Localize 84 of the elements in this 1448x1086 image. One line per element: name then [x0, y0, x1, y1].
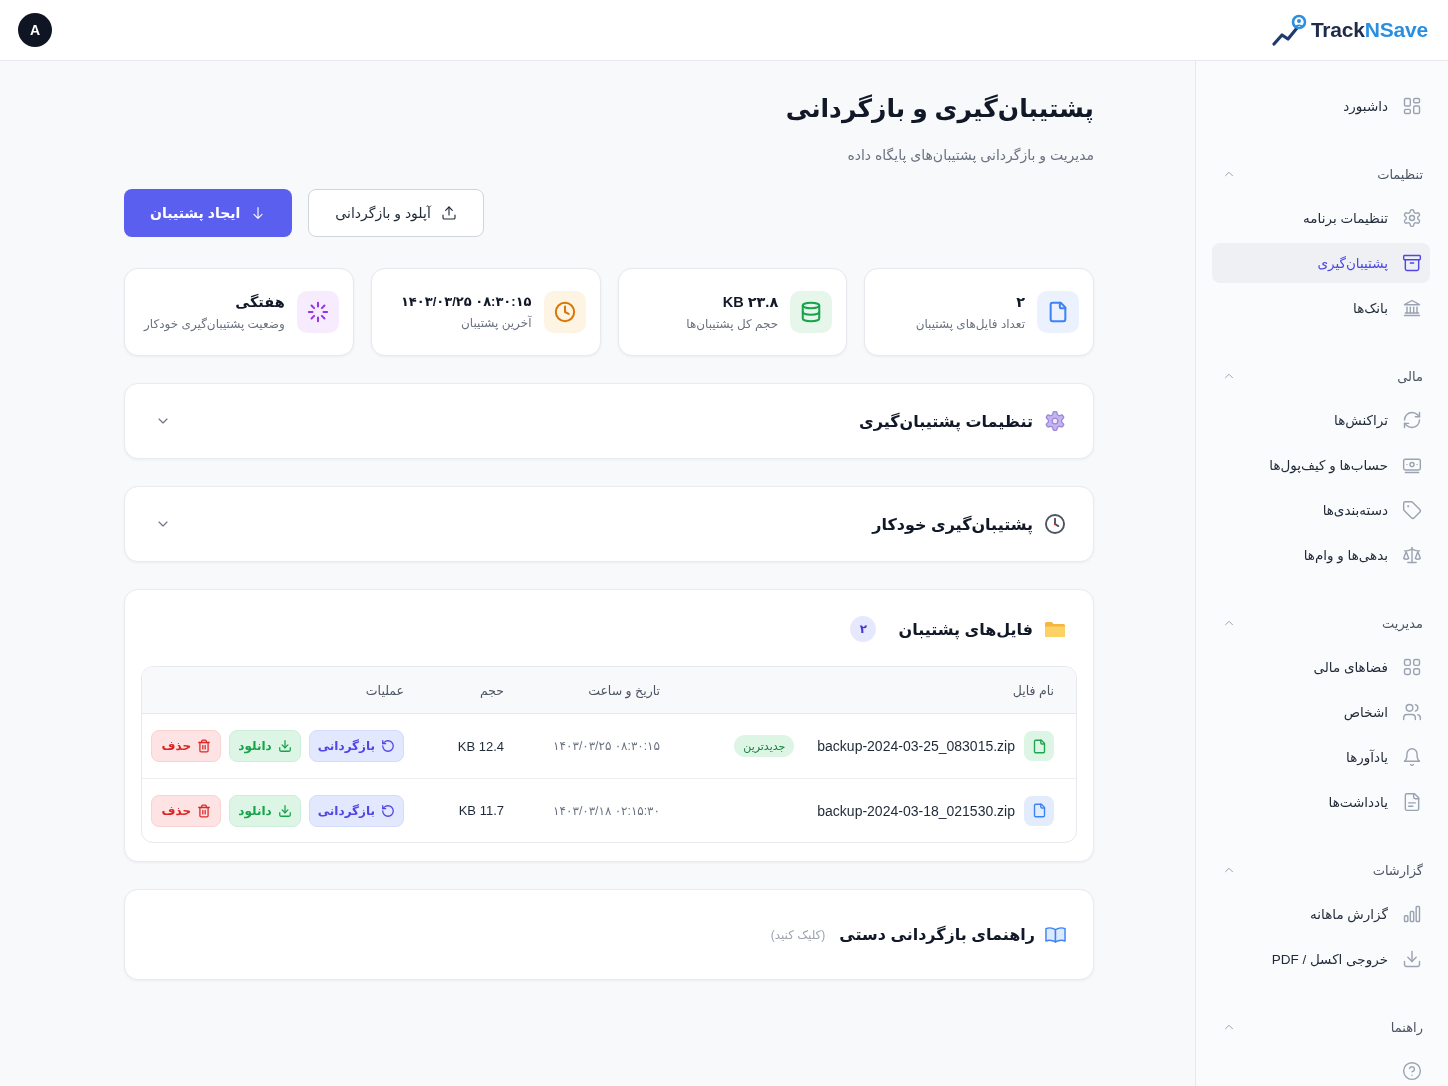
table-cell: ۱۴۰۳/۰۳/۲۵ ۰۸:۳۰:۱۵	[553, 739, 660, 753]
layout-icon	[1402, 96, 1422, 116]
sidebar-item[interactable]: پشتیبان‌گیری	[1212, 243, 1430, 283]
table-cell: 11.7 KB	[458, 803, 504, 818]
restore-button[interactable]: بازگردانی	[308, 730, 404, 762]
upload-restore-button[interactable]: آپلود و بازگردانی	[308, 189, 484, 237]
sidebar-item[interactable]: تراکنش‌ها	[1212, 400, 1430, 440]
sidebar-section-header[interactable]: راهنما	[1212, 1015, 1430, 1039]
database-icon	[790, 291, 833, 333]
restore-icon	[381, 803, 395, 818]
column-header: تاریخ و ساعت	[588, 682, 660, 698]
stat-label: حجم کل پشتیبان‌ها	[686, 316, 779, 331]
column-header: عملیات	[365, 682, 404, 698]
bar-chart-icon	[1402, 904, 1422, 924]
sidebar-section-header[interactable]: مدیریت	[1212, 611, 1430, 635]
book-icon	[1045, 926, 1066, 943]
logo-icon	[1271, 14, 1307, 46]
section-title: فایل‌های پشتیبان	[898, 619, 1033, 639]
page-title: پشتیبان‌گیری و بازگردانی	[785, 93, 1094, 126]
page-subtitle: مدیریت و بازگردانی پشتیبان‌های پایگاه داده	[847, 146, 1094, 165]
document-icon	[1402, 792, 1422, 812]
clock-icon	[543, 291, 586, 333]
folder-icon	[1045, 621, 1065, 637]
users-icon	[1402, 702, 1422, 722]
sidebar-section-header[interactable]: گزارشات	[1212, 858, 1430, 882]
sidebar-item[interactable]: دسته‌بندی‌ها	[1212, 490, 1430, 530]
clock-icon	[1045, 514, 1065, 534]
loader-icon	[296, 291, 339, 333]
trash-icon	[197, 739, 212, 753]
stat-label: تعداد فایل‌های پشتیبان	[915, 316, 1025, 331]
download-icon	[277, 739, 292, 753]
sidebar-item[interactable]: گزارش ماهانه	[1212, 894, 1430, 934]
create-backup-button[interactable]: ایجاد پشتیبان	[124, 189, 293, 237]
help-icon	[1402, 1061, 1422, 1081]
gear-icon	[1402, 208, 1422, 228]
scale-icon	[1402, 545, 1422, 565]
gear-icon	[1045, 411, 1065, 431]
sidebar-item[interactable]: حساب‌ها و کیف‌پول‌ها	[1212, 445, 1430, 485]
sidebar-section-header[interactable]: مالی	[1212, 364, 1430, 388]
logo-text: TrackNSave	[1310, 18, 1428, 42]
stat-label: وضعیت پشتیبان‌گیری خودکار	[144, 316, 285, 331]
stat-value: ۲	[1016, 293, 1025, 310]
restore-button[interactable]: بازگردانی	[308, 794, 404, 827]
sidebar-item[interactable]: یادآورها	[1212, 737, 1430, 777]
accordion-header[interactable]: تنظیمات پشتیبان‌گیری	[124, 383, 1094, 459]
stat-value: هفتگی	[235, 293, 285, 310]
sidebar-item[interactable]: فضاهای مالی	[1212, 647, 1430, 687]
table-cell: ۱۴۰۳/۰۳/۱۸ ۰۲:۱۵:۳۰	[553, 803, 660, 818]
sidebar-section-header[interactable]: تنظیمات	[1212, 162, 1430, 186]
delete-button[interactable]: حذف	[151, 794, 222, 827]
status-badge: جدیدترین	[734, 735, 795, 757]
count-badge: ۲	[850, 616, 877, 642]
guide-toggle[interactable]: راهنمای بازگردانی دستی (کلیک کنید)	[124, 889, 1094, 980]
table-cell: 12.4 KB	[457, 738, 504, 754]
stat-value: ۲۳.۸ KB	[722, 293, 779, 310]
accordion-header[interactable]: پشتیبان‌گیری خودکار	[124, 486, 1094, 562]
upload-icon	[440, 205, 457, 221]
stat-value: ۱۴۰۳/۰۳/۲۵ ۰۸:۳۰:۱۵	[400, 294, 532, 309]
tag-icon	[1402, 500, 1422, 520]
user-avatar[interactable]: A	[18, 13, 52, 47]
trash-icon	[197, 803, 212, 818]
column-header: نام فایل	[1012, 682, 1054, 698]
document-icon	[1037, 291, 1079, 333]
column-header: حجم	[479, 682, 504, 698]
refresh-icon	[1402, 410, 1422, 430]
download-icon	[277, 803, 292, 818]
archive-box-icon	[1402, 253, 1422, 273]
bank-icon	[1402, 298, 1422, 318]
sidebar-item[interactable]: بانک‌ها	[1212, 288, 1430, 328]
delete-button[interactable]: حذف	[151, 730, 222, 762]
grid-icon	[1402, 657, 1422, 677]
sidebar-item[interactable]: بدهی‌ها و وام‌ها	[1212, 535, 1430, 575]
sidebar-item[interactable]: تنظیمات برنامه	[1212, 198, 1430, 238]
sidebar-item[interactable]: خروجی اکسل / PDF	[1212, 939, 1430, 979]
download-icon	[1402, 949, 1422, 969]
banknote-icon	[1402, 455, 1422, 475]
file-name: backup-2024-03-18_021530.zip	[817, 802, 1015, 819]
stat-label: آخرین پشتیبان	[460, 316, 532, 330]
sidebar-item[interactable]: داشبورد	[1212, 86, 1430, 126]
sidebar-item[interactable]: یادداشت‌ها	[1212, 782, 1430, 822]
restore-icon	[381, 739, 395, 753]
sidebar-item[interactable]: اشخاص	[1212, 692, 1430, 732]
bell-icon	[1402, 747, 1422, 767]
file-name: backup-2024-03-25_083015.zip	[817, 738, 1015, 754]
